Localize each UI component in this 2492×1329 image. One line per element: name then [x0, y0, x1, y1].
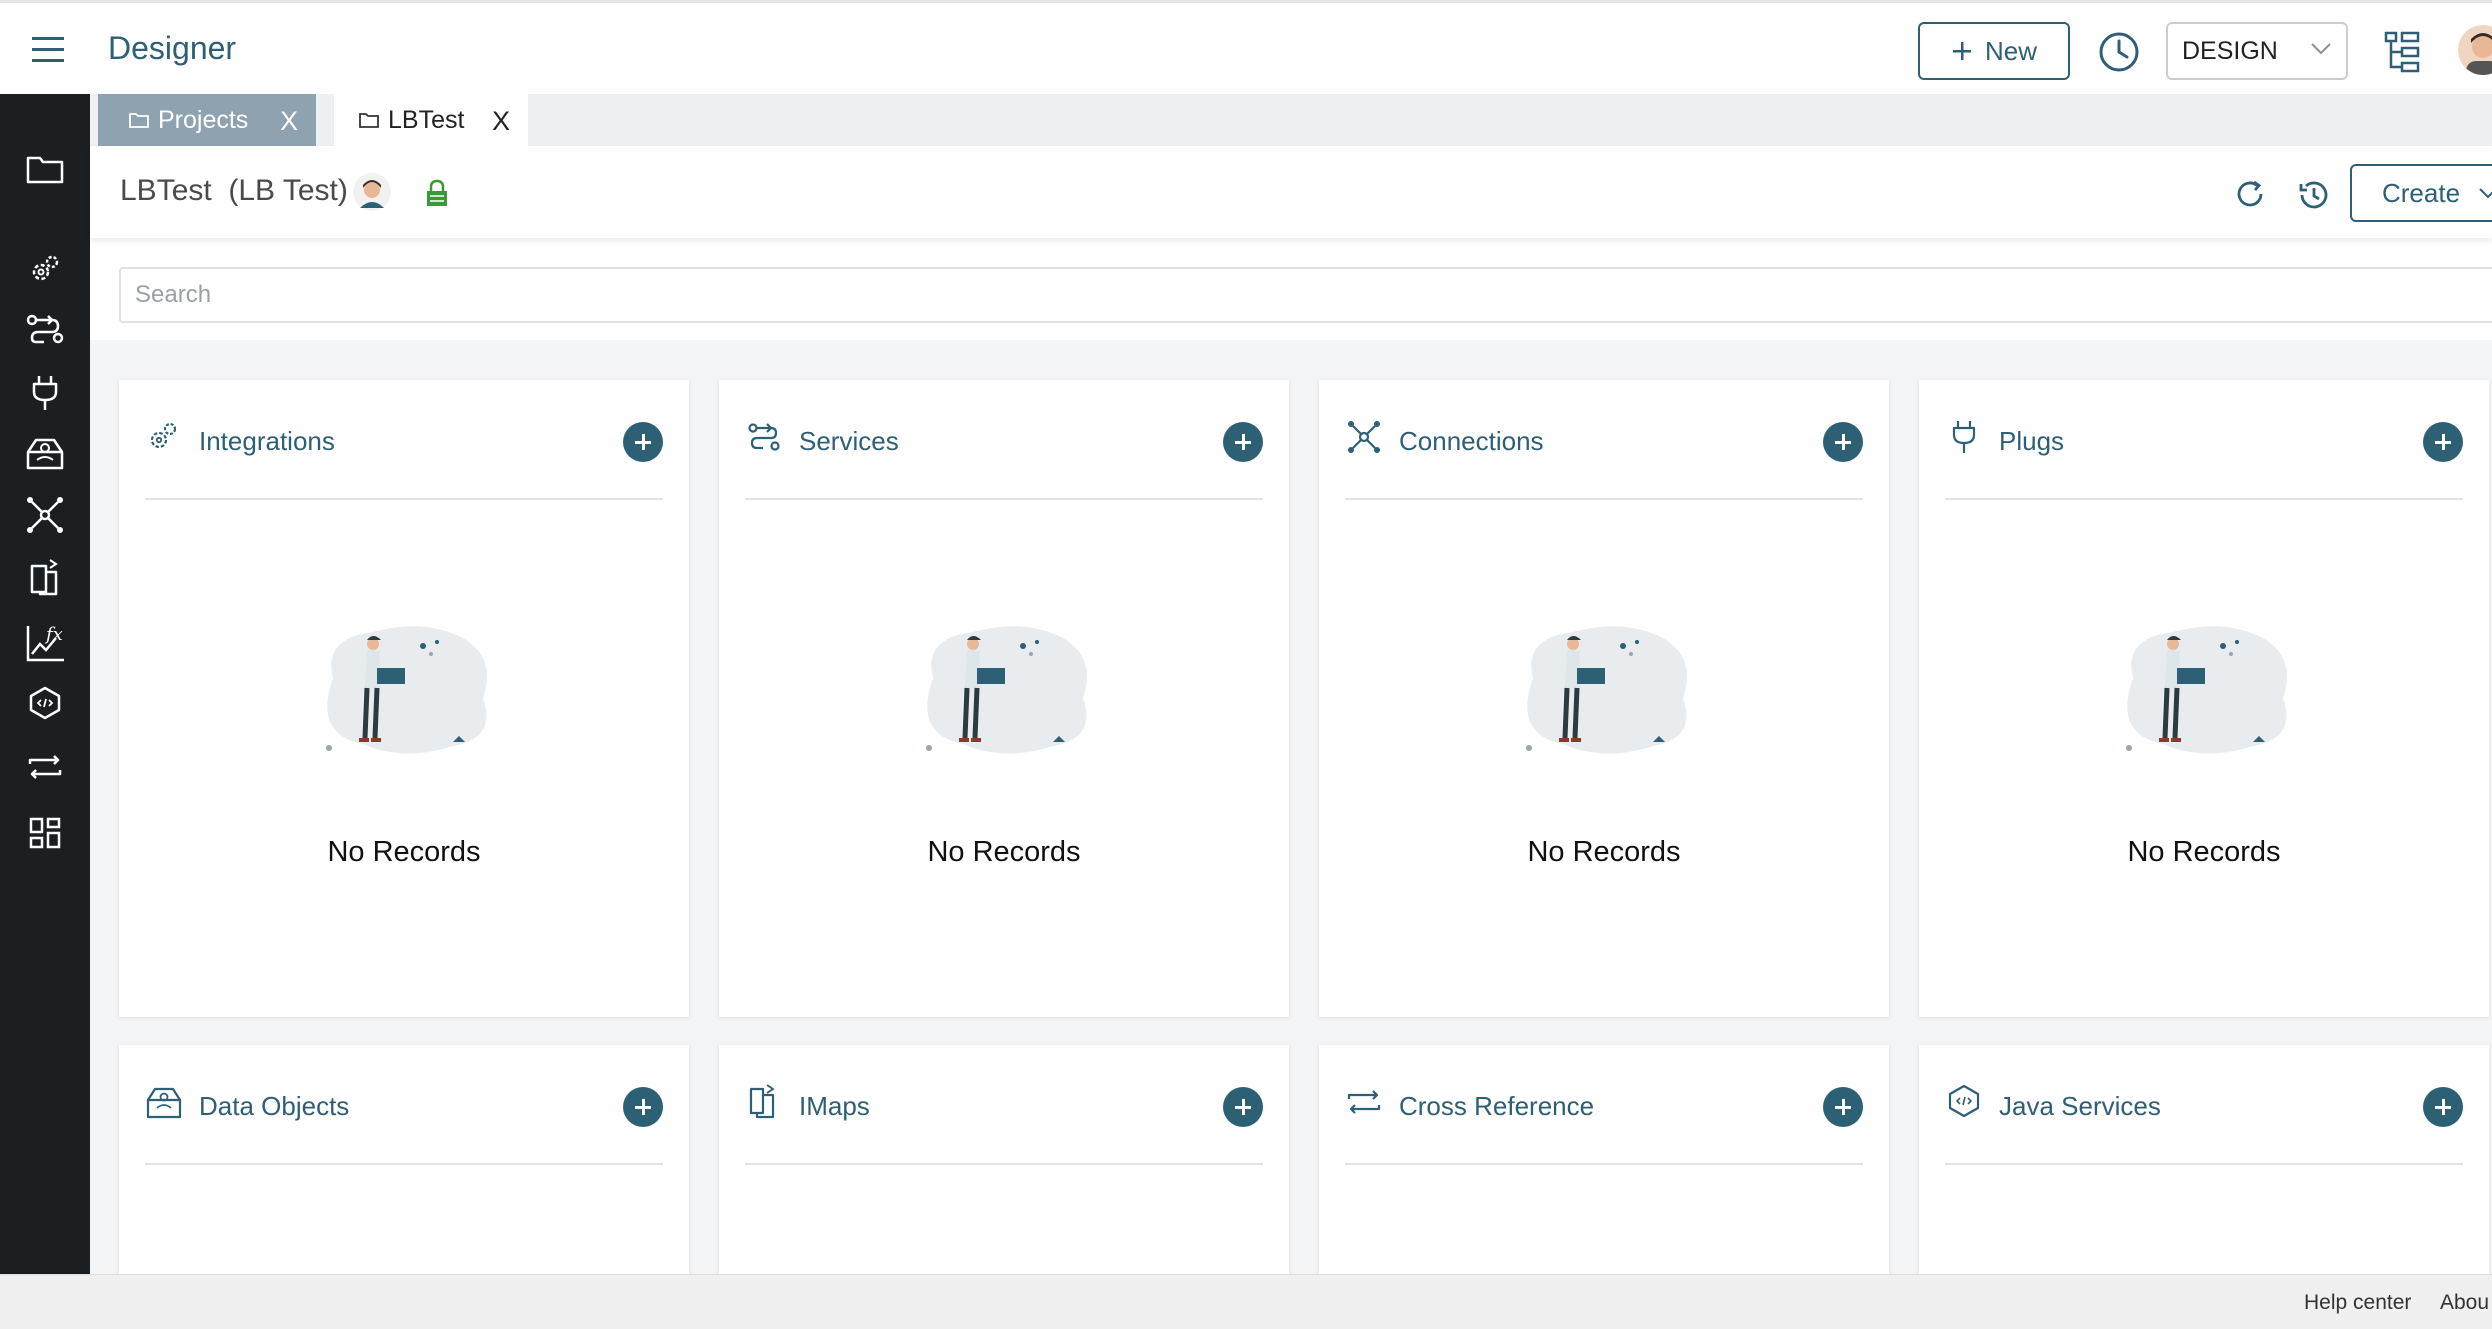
network-icon [1345, 418, 1383, 456]
tab-lbtest[interactable]: LBTest X [334, 94, 528, 146]
add-data-object-button[interactable] [623, 1087, 663, 1127]
imaps-icon[interactable] [22, 554, 68, 600]
card-header: Plugs [1945, 380, 2463, 500]
history-icon[interactable] [2294, 176, 2332, 214]
clock-icon[interactable] [2096, 29, 2142, 75]
add-imap-button[interactable] [1223, 1087, 1263, 1127]
card-header: Cross Reference [1345, 1045, 1863, 1165]
plug-icon[interactable] [22, 370, 68, 416]
card-cross-reference: Cross Reference [1319, 1045, 1889, 1274]
add-cross-reference-button[interactable] [1823, 1087, 1863, 1127]
content-area: Integrations No Records Services No Reco… [90, 340, 2492, 1274]
card-header: Services [745, 380, 1263, 500]
card-integrations: Integrations No Records [119, 380, 689, 1017]
card-header: IMaps [745, 1045, 1263, 1165]
folder-icon [359, 113, 379, 128]
new-button[interactable]: New [1918, 22, 2070, 80]
lock-icon [424, 178, 450, 208]
card-header: Java Services [1945, 1045, 2463, 1165]
project-header: LBTest (LB Test) Create [90, 146, 2492, 238]
folder-icon [129, 113, 149, 128]
empty-state-text: No Records [1527, 836, 1681, 868]
tab-bar: Projects X LBTest X [90, 94, 2492, 146]
empty-state-text: No Records [2127, 836, 2281, 868]
empty-state-illustration [1513, 618, 1697, 768]
project-title: LBTest (LB Test) [120, 174, 348, 207]
plus-icon [1952, 42, 1971, 60]
empty-state-illustration [313, 618, 497, 768]
add-java-service-button[interactable] [2423, 1087, 2463, 1127]
java-services-icon [1945, 1083, 1983, 1121]
about-link[interactable]: Abou [2440, 1291, 2489, 1315]
tab-label: Projects [158, 105, 249, 134]
card-header: Connections [1345, 380, 1863, 500]
services-icon [745, 418, 783, 456]
card-imaps: IMaps [719, 1045, 1289, 1274]
card-header: Integrations [145, 380, 663, 500]
empty-state-illustration [2113, 618, 2297, 768]
add-service-button[interactable] [1223, 422, 1263, 462]
card-services: Services No Records [719, 380, 1289, 1017]
imaps-icon [745, 1083, 783, 1121]
card-title: Integrations [199, 426, 335, 456]
java-services-icon[interactable] [22, 680, 68, 726]
services-icon[interactable] [22, 306, 68, 352]
footer: Help center Abou [0, 1274, 2492, 1329]
mode-select[interactable]: DESIGN [2166, 22, 2348, 80]
help-center-link[interactable]: Help center [2304, 1291, 2411, 1315]
create-dropdown-button[interactable]: Create [2350, 164, 2492, 222]
add-connection-button[interactable] [1823, 422, 1863, 462]
tree-list-icon[interactable] [2382, 29, 2422, 75]
card-data-objects: Data Objects [119, 1045, 689, 1274]
chevron-down-icon [2479, 188, 2492, 199]
card-title: Java Services [1999, 1091, 2161, 1121]
card-title: Cross Reference [1399, 1091, 1595, 1121]
close-icon[interactable]: X [492, 106, 510, 137]
app-title: Designer [108, 30, 237, 66]
left-sidebar: fx [0, 94, 90, 1274]
plug-icon [1945, 418, 1983, 456]
add-integration-button[interactable] [623, 422, 663, 462]
tab-projects[interactable]: Projects X [98, 94, 316, 146]
close-icon[interactable]: X [280, 106, 298, 137]
mode-select-value: DESIGN [2182, 36, 2278, 65]
top-bar: Designer New DESIGN [0, 0, 2492, 94]
card-title: IMaps [799, 1091, 870, 1121]
dashboard-icon[interactable] [22, 810, 68, 856]
card-connections: Connections No Records [1319, 380, 1889, 1017]
chevron-down-icon [2311, 43, 2331, 55]
create-button-label: Create [2382, 177, 2461, 208]
empty-state-text: No Records [327, 836, 481, 868]
network-icon[interactable] [22, 492, 68, 538]
gears-icon [145, 418, 183, 456]
owner-avatar [352, 172, 392, 212]
card-title: Data Objects [199, 1091, 350, 1121]
card-plugs: Plugs No Records [1919, 380, 2489, 1017]
cross-reference-icon [1345, 1083, 1383, 1121]
folder-icon[interactable] [22, 146, 68, 192]
empty-state-illustration [913, 618, 1097, 768]
tab-label: LBTest [388, 105, 465, 134]
card-header: Data Objects [145, 1045, 663, 1165]
gears-icon[interactable] [22, 246, 68, 292]
data-objects-icon[interactable] [22, 430, 68, 476]
new-button-label: New [1984, 35, 2037, 66]
svg-text:fx: fx [44, 624, 63, 645]
refresh-icon[interactable] [2232, 176, 2268, 212]
add-plug-button[interactable] [2423, 422, 2463, 462]
data-objects-icon [145, 1083, 183, 1121]
empty-state-text: No Records [927, 836, 1081, 868]
search-input[interactable] [119, 267, 2492, 323]
hamburger-menu-icon[interactable] [30, 35, 70, 65]
card-title: Connections [1399, 426, 1544, 456]
user-avatar[interactable] [2458, 25, 2492, 75]
card-java-services: Java Services [1919, 1045, 2489, 1274]
card-title: Services [799, 426, 899, 456]
card-title: Plugs [1999, 426, 2065, 456]
function-icon[interactable]: fx [22, 620, 68, 666]
cross-reference-icon[interactable] [22, 744, 68, 790]
